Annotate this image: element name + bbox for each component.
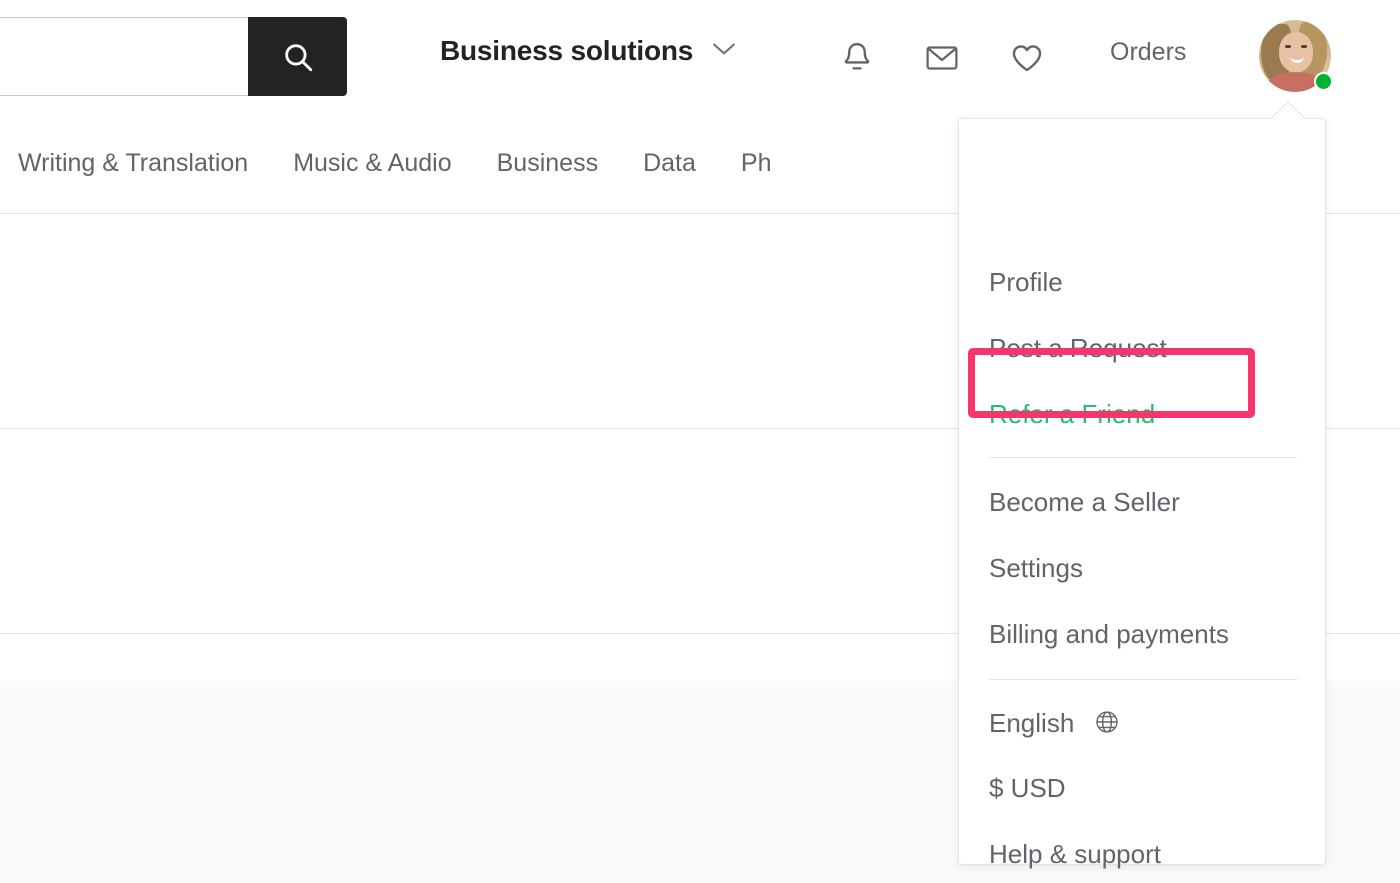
search-icon [281, 40, 315, 74]
menu-separator [989, 457, 1297, 458]
page-root: Business solutions Orders Writing & Tran… [0, 0, 1400, 883]
category-item-photography[interactable]: Ph [741, 149, 772, 178]
menu-item-post-a-request[interactable]: Post a Request [989, 335, 1167, 361]
menu-item-language[interactable]: English [989, 709, 1120, 739]
category-item-business[interactable]: Business [497, 149, 598, 178]
menu-item-currency[interactable]: $ USD [989, 775, 1066, 801]
menu-item-become-a-seller[interactable]: Become a Seller [989, 489, 1180, 515]
menu-item-profile[interactable]: Profile [989, 269, 1063, 295]
heart-icon[interactable] [1007, 38, 1047, 78]
envelope-icon[interactable] [922, 38, 962, 78]
menu-item-refer-a-friend[interactable]: Refer a Friend [989, 401, 1155, 427]
category-item-data[interactable]: Data [643, 149, 696, 178]
business-solutions-label: Business solutions [440, 35, 694, 66]
bell-icon[interactable] [837, 38, 877, 78]
search-button[interactable] [248, 17, 347, 96]
category-item-writing-translation[interactable]: Writing & Translation [18, 149, 248, 178]
globe-icon [1094, 709, 1120, 739]
orders-link[interactable]: Orders [1110, 38, 1186, 67]
category-item-music-audio[interactable]: Music & Audio [293, 149, 451, 178]
menu-item-help-and-support[interactable]: Help & support [989, 841, 1161, 867]
search-input[interactable] [0, 17, 248, 96]
avatar[interactable] [1259, 20, 1333, 92]
menu-item-billing-and-payments[interactable]: Billing and payments [989, 621, 1229, 647]
menu-item-language-label: English [989, 708, 1075, 738]
online-status-dot [1314, 72, 1333, 91]
account-dropdown-menu: Profile Post a Request Refer a Friend Be… [958, 101, 1326, 867]
menu-item-settings[interactable]: Settings [989, 555, 1083, 581]
business-solutions-menu[interactable]: Business solutions [440, 35, 737, 67]
search-bar [0, 17, 347, 96]
menu-separator [989, 679, 1297, 680]
site-header: Business solutions Orders [0, 0, 1400, 113]
chevron-down-icon [711, 41, 737, 62]
